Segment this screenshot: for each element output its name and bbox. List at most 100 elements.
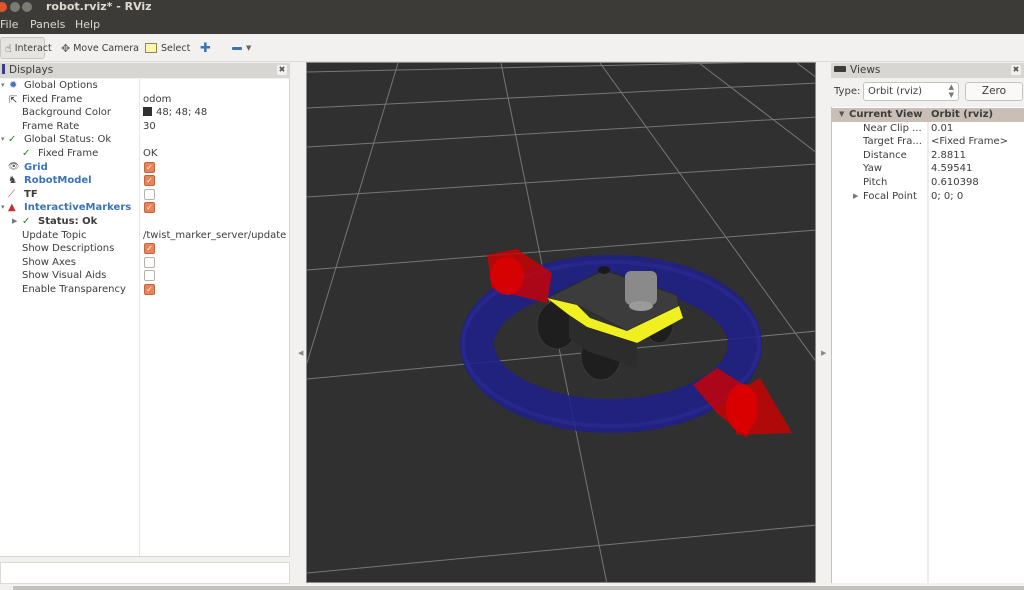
displays-panel-icon <box>2 64 5 74</box>
tree-row-interactive-markers[interactable]: ▾ ▲ InteractiveMarkers ✓ <box>0 201 290 215</box>
grid-line <box>307 116 815 148</box>
tree-row-grid[interactable]: 👁 Grid ✓ <box>0 161 290 175</box>
tree-row-fixed-frame[interactable]: ⇱ Fixed Frame odom <box>0 93 290 107</box>
view-row-yaw[interactable]: Yaw 4.59541 <box>832 162 1024 176</box>
background-color-value[interactable]: 48; 48; 48 <box>143 106 207 119</box>
toolbar: ☝ Interact ✥ Move Camera Select ✚ ▼ <box>0 34 1024 62</box>
row-value[interactable]: 0.610398 <box>931 176 979 189</box>
expand-arrow-icon[interactable]: ▾ <box>1 133 5 146</box>
row-name: Show Axes <box>22 256 76 268</box>
row-name: Status: Ok <box>38 216 98 227</box>
grid-enabled-checkbox[interactable]: ✓ <box>144 161 155 173</box>
update-topic-value[interactable]: /twist_marker_server/update <box>143 229 286 242</box>
tree-row-tf[interactable]: ⟋ TF <box>0 188 290 202</box>
row-name: Pitch <box>863 177 888 188</box>
expand-arrow-icon[interactable]: ▶ <box>853 190 858 203</box>
views-type-row: Type: Orbit (rviz) ▲ ▼ Zero <box>831 82 1024 102</box>
tree-row-show-visual-aids[interactable]: Show Visual Aids <box>0 269 290 283</box>
render-viewport[interactable] <box>306 62 816 583</box>
view-row-target-frame[interactable]: Target Fra... <Fixed Frame> <box>832 135 1024 149</box>
tree-row-frame-rate[interactable]: Frame Rate 30 <box>0 120 290 134</box>
tree-row-global-options[interactable]: ▾ ✹ Global Options <box>0 79 290 93</box>
view-row-distance[interactable]: Distance 2.8811 <box>832 149 1024 163</box>
interact-label: Interact <box>14 42 52 54</box>
displays-close-button[interactable]: ✖ <box>277 65 287 75</box>
show-axes-checkbox[interactable] <box>144 256 155 268</box>
row-name: Target Fra... <box>863 136 922 148</box>
views-panel-header: Views ✖ <box>831 63 1024 78</box>
add-tool-button[interactable]: ✚ <box>200 37 214 59</box>
row-value[interactable]: <Fixed Frame> <box>931 135 1008 148</box>
tree-row-enable-transparency[interactable]: Enable Transparency ✓ <box>0 283 290 297</box>
row-name: Background Color <box>22 107 111 119</box>
window-maximize-button[interactable] <box>22 2 32 12</box>
tree-row-background-color[interactable]: Background Color 48; 48; 48 <box>0 106 290 120</box>
expand-arrow-icon[interactable]: ▾ <box>1 79 5 92</box>
view-row-current-view[interactable]: ▼ Current View Orbit (rviz) <box>832 108 1024 122</box>
row-name: Frame Rate <box>22 120 80 132</box>
tf-enabled-checkbox[interactable] <box>144 188 155 200</box>
view-type-value: Orbit (rviz) <box>868 86 923 97</box>
arrow-cap[interactable] <box>490 257 524 295</box>
grid-line <box>796 63 815 78</box>
tree-row-update-topic[interactable]: Update Topic /twist_marker_server/update <box>0 229 290 243</box>
row-name: Global Status: Ok <box>24 134 112 146</box>
tree-row-show-descriptions[interactable]: Show Descriptions ✓ <box>0 242 290 256</box>
robotmodel-enabled-checkbox[interactable]: ✓ <box>144 175 155 187</box>
grid-eye-icon: 👁 <box>8 161 20 172</box>
menu-panels[interactable]: Panels <box>30 18 65 31</box>
row-name: Show Visual Aids <box>22 270 107 282</box>
expand-arrow-icon[interactable]: ▾ <box>1 201 5 214</box>
status-value: OK <box>143 148 158 159</box>
collapse-left-panel-icon[interactable]: ◀ <box>298 349 303 357</box>
menu-help[interactable]: Help <box>75 18 100 31</box>
window-minimize-button[interactable] <box>10 2 20 12</box>
row-name: Focal Point <box>863 190 917 202</box>
select-tool-button[interactable]: Select <box>145 37 190 59</box>
row-name: Fixed Frame <box>38 148 99 159</box>
horizontal-scrollbar[interactable] <box>13 586 1024 590</box>
grid-line <box>307 82 815 109</box>
view-row-near-clip[interactable]: Near Clip ... 0.01 <box>832 122 1024 136</box>
view-row-pitch[interactable]: Pitch 0.610398 <box>832 176 1024 190</box>
tree-row-show-axes[interactable]: Show Axes <box>0 256 290 270</box>
remove-tool-button[interactable]: ▼ <box>232 37 251 59</box>
collapse-right-panel-icon[interactable]: ▶ <box>821 349 826 357</box>
enable-transparency-checkbox[interactable]: ✓ <box>144 284 155 295</box>
row-value[interactable]: 4.59541 <box>931 162 972 175</box>
interactive-markers-enabled-checkbox[interactable]: ✓ <box>144 202 155 214</box>
zero-button[interactable]: Zero <box>965 82 1023 101</box>
tree-row-global-status[interactable]: ▾ ✓ Global Status: Ok <box>0 133 290 147</box>
views-close-button[interactable]: ✖ <box>1011 65 1021 75</box>
tree-row-status-fixed-frame[interactable]: ✓ Fixed Frame OK <box>0 147 290 161</box>
hand-pointer-icon: ☝ <box>5 41 12 55</box>
view-type-select[interactable]: Orbit (rviz) ▲ ▼ <box>863 82 959 101</box>
window-close-button[interactable] <box>0 2 7 12</box>
frame-rate-value[interactable]: 30 <box>143 120 156 133</box>
scene-svg[interactable] <box>307 63 816 583</box>
robot-sensor-base <box>629 301 653 311</box>
show-descriptions-checkbox[interactable]: ✓ <box>144 243 155 255</box>
row-value[interactable]: 2.8811 <box>931 149 966 162</box>
grid-line <box>307 524 815 574</box>
row-value[interactable]: 0.01 <box>931 122 953 135</box>
expand-arrow-icon[interactable]: ▶ <box>12 215 17 228</box>
show-visual-aids-checkbox[interactable] <box>144 270 155 282</box>
row-value[interactable]: 0; 0; 0 <box>931 190 963 203</box>
view-row-focal-point[interactable]: ▶ Focal Point 0; 0; 0 <box>832 190 1024 204</box>
tf-axes-icon: ⟋ <box>8 188 15 200</box>
arrow-cap[interactable] <box>726 384 758 432</box>
tree-row-status-ok[interactable]: ▶ ✓ Status: Ok <box>0 215 290 229</box>
move-camera-tool-button[interactable]: ✥ Move Camera <box>61 37 139 59</box>
fixed-frame-value[interactable]: odom <box>143 93 171 106</box>
row-name: Distance <box>863 149 907 161</box>
interact-tool-button[interactable]: ☝ Interact <box>0 37 52 59</box>
window-title: robot.rviz* - RViz <box>46 0 152 13</box>
expand-arrow-icon[interactable]: ▼ <box>839 108 844 121</box>
menu-file[interactable]: File <box>0 18 18 31</box>
row-name: Update Topic <box>22 229 87 241</box>
row-name: InteractiveMarkers <box>24 202 132 214</box>
row-name: Fixed Frame <box>22 93 83 105</box>
tree-row-robotmodel[interactable]: ♞ RobotModel ✓ <box>0 174 290 188</box>
displays-description-area <box>0 562 290 584</box>
